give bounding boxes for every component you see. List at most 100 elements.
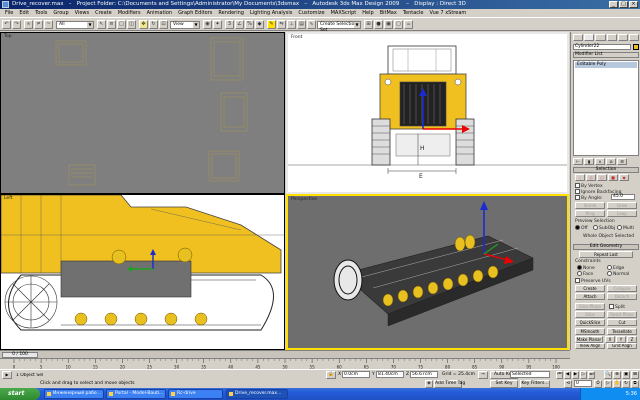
tab-display[interactable] bbox=[617, 34, 628, 41]
goto-start-icon[interactable]: ⏮ bbox=[556, 371, 563, 379]
edge-mode-icon[interactable]: ◇ bbox=[586, 174, 596, 181]
tab-hierarchy[interactable] bbox=[595, 34, 606, 41]
link-icon[interactable]: ∞ bbox=[24, 20, 33, 29]
snap-toggle-icon[interactable]: 3 bbox=[225, 20, 234, 29]
undo-icon[interactable]: ↶ bbox=[2, 20, 11, 29]
preview-off-radio[interactable]: Off bbox=[575, 225, 588, 231]
make-unique-icon[interactable]: ∨ bbox=[595, 158, 605, 165]
manipulate-icon[interactable]: ✦ bbox=[213, 20, 222, 29]
shrink-button[interactable]: Shrink bbox=[575, 202, 605, 209]
goto-end-icon[interactable]: ⏭ bbox=[588, 371, 595, 379]
x-coordinate-field[interactable]: 0.0cm bbox=[342, 371, 370, 378]
region-select-icon[interactable]: □ bbox=[117, 20, 126, 29]
unlink-icon[interactable]: ≠ bbox=[34, 20, 43, 29]
clock[interactable]: 5:36 bbox=[626, 391, 637, 397]
preview-subobj-radio[interactable]: SubObj bbox=[593, 225, 615, 231]
zoom-extents-icon[interactable]: ▣ bbox=[622, 371, 630, 379]
tab-utilities[interactable] bbox=[628, 34, 640, 41]
menu-lighting-analysis[interactable]: Lighting Analysis bbox=[247, 9, 295, 17]
bind-space-warp-icon[interactable]: ~ bbox=[44, 20, 53, 29]
reference-coordinate-dropdown[interactable]: View ▼ bbox=[170, 21, 200, 29]
rendered-frame-window-icon[interactable]: ▢ bbox=[394, 20, 403, 29]
tessellate-button[interactable]: Tessellate bbox=[607, 328, 637, 335]
maximize-button[interactable]: □ bbox=[619, 1, 628, 8]
menu-bitmax[interactable]: BitMax bbox=[377, 9, 400, 17]
tab-modify[interactable] bbox=[584, 34, 595, 41]
menu-views[interactable]: Views bbox=[72, 9, 92, 17]
previous-frame-icon[interactable]: ◀ bbox=[564, 371, 571, 379]
zoom-extents-all-icon[interactable]: ⊞ bbox=[631, 371, 639, 379]
menu-vue[interactable]: Vue 7 xStream bbox=[427, 9, 470, 17]
constraint-normal-radio[interactable]: Normal bbox=[607, 271, 629, 277]
top-viewport[interactable]: Top bbox=[0, 32, 285, 194]
msmooth-button[interactable]: MSmooth bbox=[575, 328, 605, 335]
time-configuration-icon[interactable]: ⏱ bbox=[594, 380, 602, 388]
front-viewport[interactable]: Front H E bbox=[286, 32, 569, 194]
task-item-active[interactable]: Drive_recover.max... bbox=[226, 389, 288, 399]
named-selection-set-dropdown[interactable]: Create Selection Set ▼ bbox=[317, 21, 361, 33]
zoom-all-icon[interactable]: ⊕ bbox=[613, 371, 621, 379]
app-icon[interactable] bbox=[2, 1, 9, 8]
tab-motion[interactable] bbox=[606, 34, 617, 41]
field-of-view-icon[interactable]: ▷ bbox=[604, 380, 612, 388]
menu-file[interactable]: File bbox=[2, 9, 16, 17]
make-planar-button[interactable]: Make Planar bbox=[575, 336, 603, 343]
viewport-label-top[interactable]: Top bbox=[4, 34, 12, 39]
curve-editor-icon[interactable]: ∿ bbox=[307, 20, 316, 29]
quick-render-icon[interactable]: ☕ bbox=[404, 20, 413, 29]
task-item[interactable]: Portal - Model-Bauti... bbox=[106, 389, 166, 399]
select-object-icon[interactable]: ↖ bbox=[97, 20, 106, 29]
split-checkbox[interactable]: Split bbox=[609, 304, 625, 310]
slice-plane-button[interactable]: Slice Plane bbox=[575, 303, 605, 310]
menu-customize[interactable]: Customize bbox=[295, 9, 327, 17]
slice-button[interactable]: Slice bbox=[575, 311, 605, 318]
pin-stack-icon[interactable]: ⊢ bbox=[573, 158, 583, 165]
menu-rendering[interactable]: Rendering bbox=[215, 9, 247, 17]
menu-tools[interactable]: Tools bbox=[32, 9, 50, 17]
add-time-tag-button[interactable]: Add Time Tag bbox=[434, 380, 465, 388]
tab-create[interactable] bbox=[573, 34, 584, 41]
modifier-list-dropdown[interactable]: Modifier List bbox=[573, 52, 639, 58]
add-time-tag-icon[interactable]: ◆ bbox=[425, 380, 433, 388]
polygon-mode-icon[interactable]: ■ bbox=[608, 174, 618, 181]
object-name-field[interactable]: Cylinder22 bbox=[573, 44, 631, 50]
task-item[interactable]: Rc-drive bbox=[168, 389, 223, 399]
rotate-icon[interactable]: ↻ bbox=[149, 20, 158, 29]
perspective-viewport[interactable]: Perspective bbox=[286, 194, 569, 350]
menu-edit[interactable]: Edit bbox=[16, 9, 32, 17]
stack-item-editable-poly[interactable]: Editable Poly bbox=[575, 62, 637, 68]
pivot-center-icon[interactable]: ◉ bbox=[203, 20, 212, 29]
schematic-view-icon[interactable]: ⊞ bbox=[364, 20, 373, 29]
object-color-swatch[interactable] bbox=[633, 44, 639, 50]
close-button[interactable]: × bbox=[629, 1, 638, 8]
menu-tentacle[interactable]: Tentacle bbox=[400, 9, 427, 17]
grid-align-button[interactable]: Grid Align bbox=[607, 343, 637, 349]
constraint-face-radio[interactable]: Face bbox=[577, 271, 593, 277]
key-mode-toggle-icon[interactable]: ⊲ bbox=[564, 380, 572, 388]
vertex-mode-icon[interactable]: ∴ bbox=[575, 174, 585, 181]
angle-snap-icon[interactable]: ∠ bbox=[235, 20, 244, 29]
scale-icon[interactable]: ⊡ bbox=[159, 20, 168, 29]
y-coordinate-field[interactable]: 81.40cm bbox=[376, 371, 404, 378]
material-editor-icon[interactable]: ● bbox=[374, 20, 383, 29]
ring-button[interactable]: Ring bbox=[575, 210, 605, 217]
maximize-viewport-icon[interactable]: ⧉ bbox=[631, 380, 639, 388]
menu-create[interactable]: Create bbox=[92, 9, 115, 17]
by-angle-checkbox[interactable]: By Angle: bbox=[575, 195, 603, 201]
grow-button[interactable]: Grow bbox=[607, 202, 637, 209]
selection-rollout-header[interactable]: Selection bbox=[573, 167, 639, 173]
render-setup-icon[interactable]: ▣ bbox=[384, 20, 393, 29]
loop-button[interactable]: Loop bbox=[607, 210, 637, 217]
reset-plane-button[interactable]: Reset Plane bbox=[607, 311, 637, 318]
minimize-button[interactable]: _ bbox=[609, 1, 618, 8]
zoom-icon[interactable]: 🔍 bbox=[604, 371, 612, 379]
key-filters-button[interactable]: Key Filters... bbox=[520, 380, 550, 388]
planar-x-button[interactable]: X bbox=[605, 336, 615, 343]
mirror-icon[interactable]: ⇋ bbox=[277, 20, 286, 29]
viewport-label-front[interactable]: Front bbox=[291, 35, 302, 40]
task-item[interactable]: Инженерный рабо... bbox=[44, 389, 104, 399]
layer-manager-icon[interactable]: ▤ bbox=[297, 20, 306, 29]
show-end-result-icon[interactable]: ▮ bbox=[584, 158, 594, 165]
menu-animation[interactable]: Animation bbox=[144, 9, 176, 17]
viewport-label-left[interactable]: Left bbox=[4, 196, 12, 201]
